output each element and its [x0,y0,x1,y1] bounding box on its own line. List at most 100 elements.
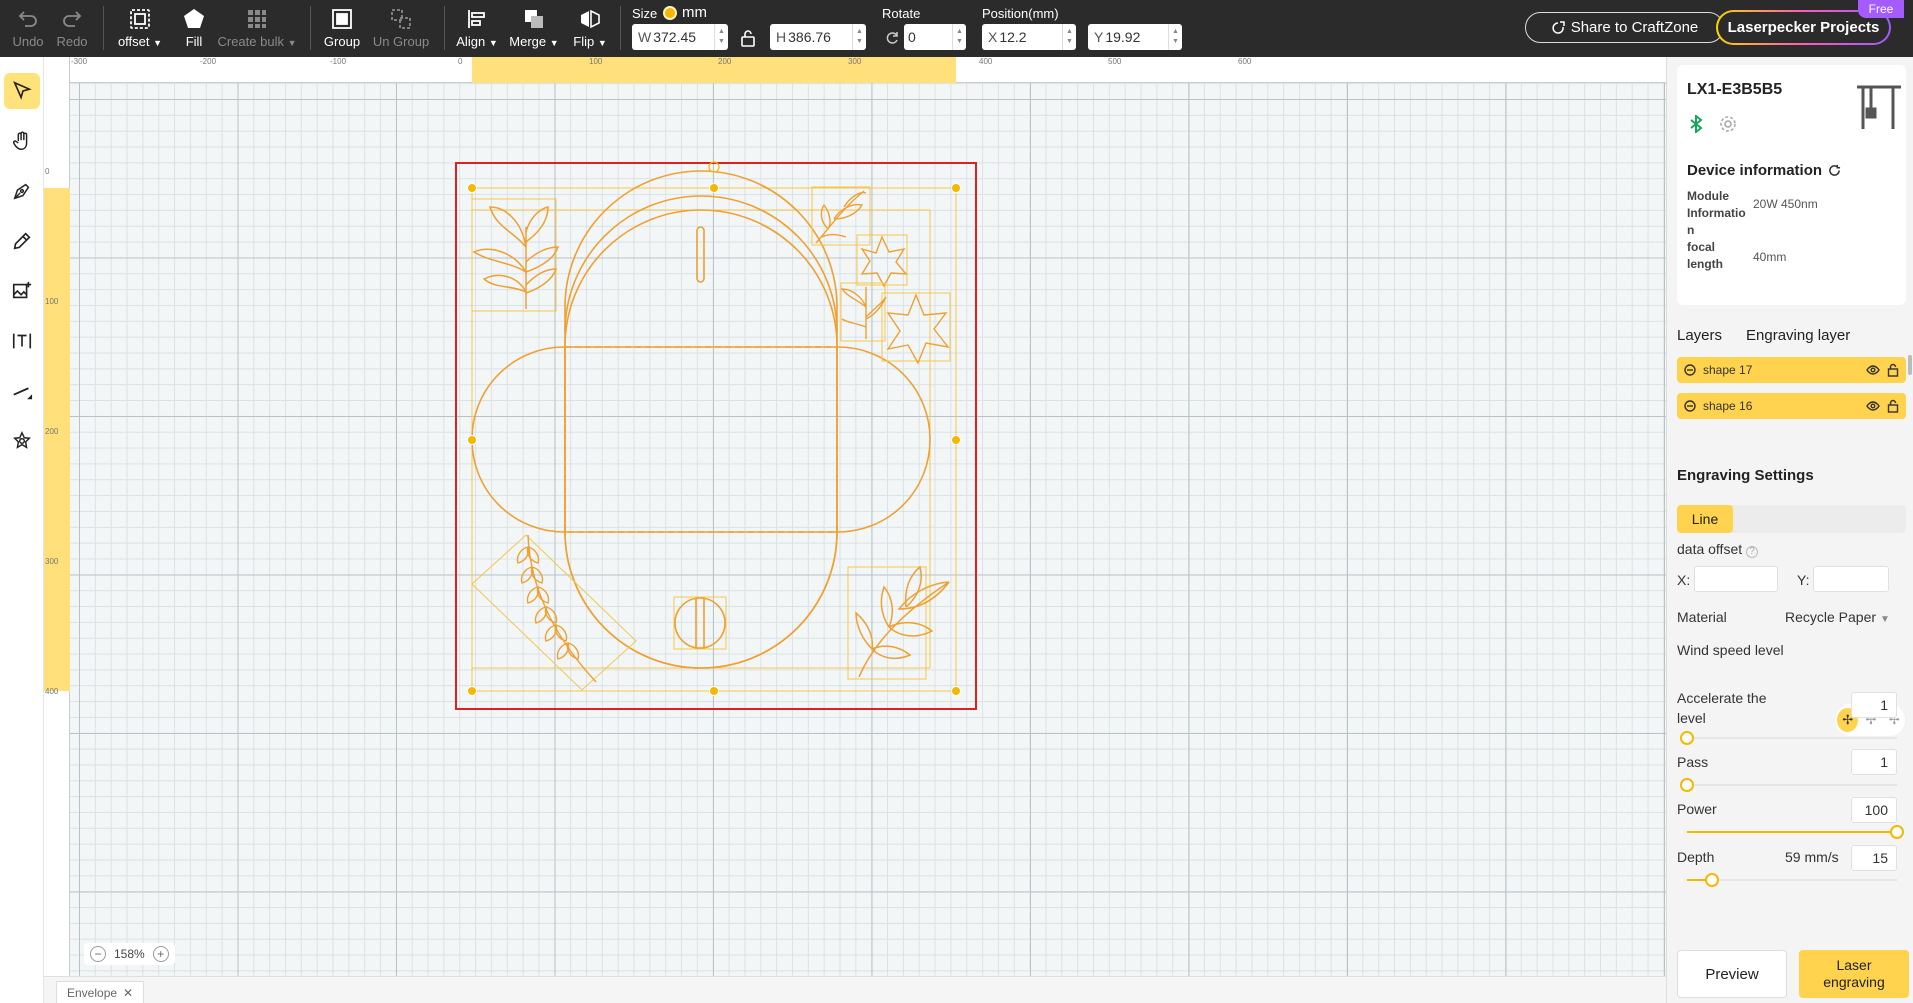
grid-icon [248,10,266,28]
offset-y-input[interactable] [1813,566,1889,592]
right-panel: LX1-E3B5B5 Device information Module Inf… [1666,57,1913,1003]
shapes-tool-button[interactable] [4,423,40,459]
unlock-icon[interactable] [1886,363,1900,377]
top-flap [564,170,838,347]
pen-tool-button[interactable] [4,173,40,209]
zoom-control: − 158% + [84,943,175,965]
unit-toggle[interactable] [663,6,677,20]
branch-middle [840,287,887,339]
layer-item[interactable]: shape 16 [1677,393,1906,419]
star-flower-2 [886,293,950,365]
fill-button[interactable]: Fill [176,0,212,57]
eye-icon[interactable] [1866,363,1880,377]
line-tool-button[interactable] [4,373,40,409]
pass-slider[interactable] [1680,778,1897,792]
tool-rail [0,57,44,1003]
offset-x-input[interactable] [1694,566,1778,592]
redo-button[interactable]: Redo [54,0,90,57]
unlock-icon[interactable] [1886,399,1900,413]
help-icon[interactable]: ? [1746,546,1759,558]
ruler-tick: 300 [848,57,862,66]
position-y-stepper[interactable]: ▲ ▼ [1168,24,1182,50]
depth-input[interactable]: 15 [1851,845,1897,871]
width-stepper[interactable]: ▲ ▼ [714,24,728,50]
undo-icon [18,11,37,27]
ruler-tick: 0 [45,167,50,176]
ruler-tick: -200 [200,57,217,66]
offset-button[interactable]: offset ▼ [114,0,166,57]
close-icon[interactable]: ✕ [123,986,133,1000]
zoom-out-button[interactable]: − [90,946,106,962]
material-select[interactable]: Recycle Paper ▼ [1785,607,1890,630]
ruler-tick: 400 [979,57,993,66]
power-input[interactable]: 100 [1851,797,1897,823]
flip-button[interactable]: Flip ▼ [570,0,610,57]
create-bulk-button[interactable]: Create bulk ▼ [217,0,297,57]
tab-engraving-layer[interactable]: Engraving layer [1746,327,1850,344]
height-stepper[interactable]: ▲ ▼ [852,24,866,50]
ruler-tick: 100 [45,297,59,306]
image-tool-button[interactable] [4,273,40,309]
device-information-heading: Device information [1687,162,1841,179]
bluetooth-icon[interactable] [1687,115,1705,133]
zoom-in-button[interactable]: + [152,946,169,962]
depth-slider[interactable] [1687,873,1897,887]
tab-layers[interactable]: Layers [1677,327,1722,344]
free-badge: Free [1858,0,1904,18]
design-canvas[interactable]: -300 -200 -100 0 100 200 300 400 500 600… [44,57,1666,976]
align-button[interactable]: Align ▼ [454,0,500,57]
height-input[interactable]: H 386.76 ▲ ▼ [770,24,866,50]
dashed-fold-line [564,346,838,533]
ruler-tick: 600 [1238,57,1252,66]
selection-handles [467,183,961,696]
envelope-artwork[interactable] [44,57,1666,976]
text-tool-button[interactable] [4,323,40,359]
lock-ratio-icon[interactable] [740,29,756,47]
pencil-tool-button[interactable] [4,223,40,259]
group-button[interactable]: Group [322,0,362,57]
vertical-ruler[interactable]: 0 100 200 300 400 [44,57,70,976]
ruler-tick: 500 [1108,57,1122,66]
accelerate-input[interactable]: 1 [1851,692,1897,718]
gear-icon[interactable] [1719,115,1737,133]
ungroup-icon [391,9,411,29]
layers-scrollbar[interactable] [1908,355,1912,375]
ruler-tick: -300 [71,57,88,66]
ruler-tick: 100 [589,57,603,66]
rotate-stepper[interactable]: ▲ ▼ [952,24,966,50]
leaf-top-left [472,206,560,309]
position-x-stepper[interactable]: ▲ ▼ [1062,24,1076,50]
position-y-input[interactable]: Y 19.92 ▲ ▼ [1088,24,1182,50]
accelerate-slider[interactable] [1680,731,1897,745]
share-to-craftzone-button[interactable]: Share to CraftZone [1525,12,1724,43]
offset-icon [130,9,150,29]
horizontal-ruler[interactable]: -300 -200 -100 0 100 200 300 400 500 600 [44,57,1666,83]
ungroup-button[interactable]: Un Group [370,0,432,57]
engraving-mode-selector: Line [1677,505,1906,533]
pan-tool-button[interactable] [4,123,40,159]
layer-list: shape 17 shape 16 [1677,357,1906,431]
rotate-input[interactable]: 0 ▲ ▼ [904,24,966,50]
mode-line-button[interactable]: Line [1677,505,1733,533]
pass-input[interactable]: 1 [1851,749,1897,775]
laser-device-icon [1857,85,1901,129]
ruler-tick: 200 [718,57,732,66]
power-slider[interactable] [1687,825,1904,839]
eye-icon[interactable] [1866,399,1880,413]
top-flap-arc [564,195,838,333]
layer-item[interactable]: shape 17 [1677,357,1906,383]
laser-engraving-button[interactable]: Laser engraving [1799,950,1909,998]
flip-icon [581,9,600,29]
width-input[interactable]: W 372.45 ▲ ▼ [632,24,728,50]
undo-button[interactable]: Undo [10,0,46,57]
position-x-input[interactable]: X 12.2 ▲ ▼ [982,24,1076,50]
merge-button[interactable]: Merge ▼ [508,0,560,57]
share-icon [1552,20,1565,34]
merge-icon [525,10,543,28]
select-tool-button[interactable] [4,73,40,109]
preview-button[interactable]: Preview [1677,950,1787,998]
layer-tabs: Layers Engraving layer [1667,317,1913,353]
refresh-icon[interactable] [1828,164,1841,177]
selection-frame [455,162,977,710]
document-tab[interactable]: Envelope ✕ [56,981,145,1003]
